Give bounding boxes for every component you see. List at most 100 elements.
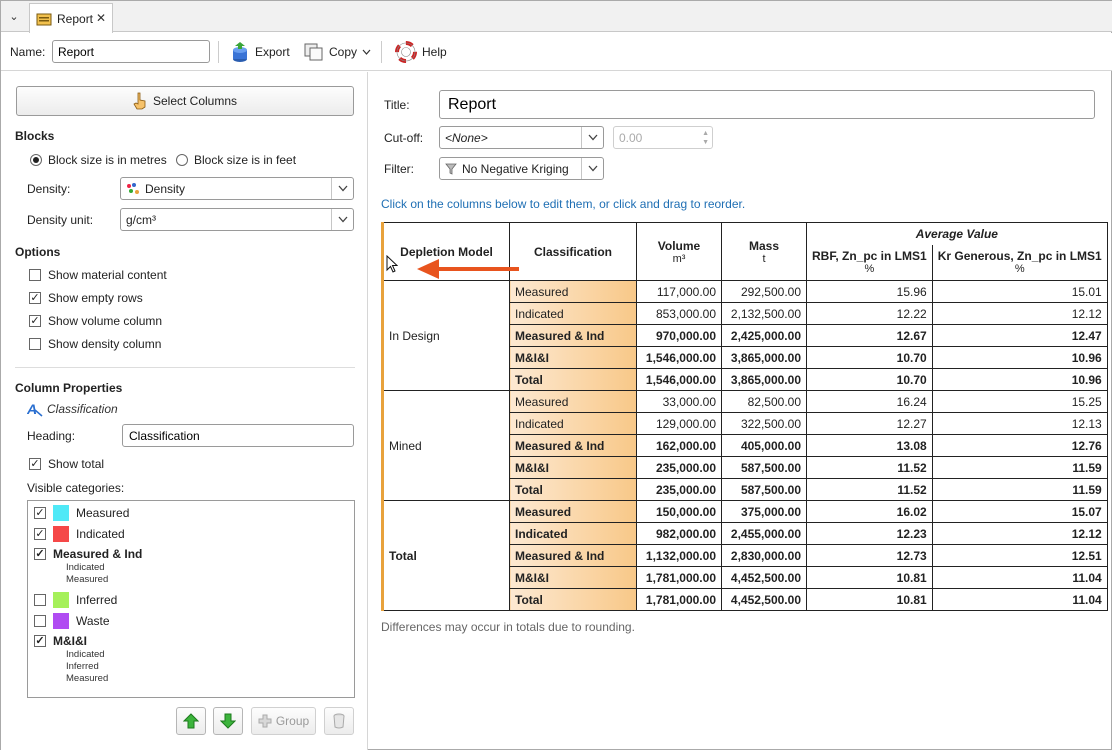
- category-column-icon: A: [27, 401, 43, 417]
- depletion-model-cell: Mined: [381, 390, 510, 501]
- mass-cell: 2,455,000.00: [721, 522, 807, 545]
- show-material-content-option[interactable]: Show material content: [29, 268, 167, 282]
- tab-report[interactable]: Report ✕: [29, 3, 113, 33]
- toolbar-divider: [381, 41, 382, 63]
- radio-feet[interactable]: Block size is in feet: [176, 153, 296, 167]
- copy-button[interactable]: Copy: [304, 39, 371, 65]
- category-item-inferred[interactable]: Inferred: [34, 592, 117, 608]
- chevron-down-icon[interactable]: [581, 127, 603, 148]
- options-heading: Options: [15, 245, 61, 259]
- volume-cell: 853,000.00: [636, 302, 722, 325]
- radio-metres[interactable]: Block size is in metres: [30, 153, 167, 167]
- classification-cell: Indicated: [509, 412, 637, 435]
- radio-button[interactable]: [176, 154, 188, 166]
- volume-cell: 1,546,000.00: [636, 346, 722, 369]
- classification-cell: Total: [509, 588, 637, 611]
- name-input[interactable]: [52, 40, 210, 63]
- header-unit: %: [864, 263, 875, 276]
- checkbox[interactable]: ✓: [29, 292, 41, 304]
- checkbox[interactable]: ✓: [34, 635, 46, 647]
- spinner-icon[interactable]: ▲ ▼: [702, 129, 709, 147]
- column-header-mass[interactable]: Mass t: [721, 222, 807, 281]
- visible-categories-label: Visible categories:: [27, 481, 125, 495]
- classification-cell: Measured & Ind: [509, 544, 637, 567]
- density-unit-select[interactable]: g/cm³: [120, 208, 354, 231]
- category-item-waste[interactable]: Waste: [34, 613, 110, 629]
- category-label: M&I&I: [53, 634, 87, 648]
- show-volume-column-option[interactable]: ✓ Show volume column: [29, 314, 162, 328]
- select-columns-button[interactable]: Select Columns: [16, 86, 354, 116]
- column-group-average-value[interactable]: Average Value: [806, 222, 1108, 245]
- radio-button[interactable]: [30, 154, 42, 166]
- category-item-mii[interactable]: ✓ M&I&I: [34, 634, 87, 648]
- category-item-measured[interactable]: ✓ Measured: [34, 505, 129, 521]
- column-header-kr-generous[interactable]: Kr Generous, Zn_pc in LMS1%: [931, 244, 1108, 281]
- kr-generous-cell: 10.96: [931, 346, 1108, 369]
- filter-icon: [445, 163, 457, 175]
- mass-cell: 587,500.00: [721, 478, 807, 501]
- mass-cell: 3,865,000.00: [721, 368, 807, 391]
- delete-button[interactable]: [324, 707, 354, 735]
- kr-generous-cell: 15.25: [931, 390, 1108, 413]
- move-down-button[interactable]: [213, 707, 243, 735]
- column-header-classification[interactable]: Classification: [509, 222, 637, 281]
- selected-column: A Classification: [27, 401, 118, 417]
- rbf-cell: 12.27: [806, 412, 933, 435]
- cutoff-select[interactable]: <None>: [439, 126, 604, 149]
- group-button[interactable]: Group: [251, 707, 316, 735]
- export-button[interactable]: Export: [230, 39, 290, 65]
- report-table: Depletion Model Classification Volume m³ …: [381, 222, 1108, 611]
- help-button[interactable]: Help: [395, 39, 447, 65]
- checkbox[interactable]: ✓: [34, 528, 46, 540]
- filter-select[interactable]: No Negative Kriging: [439, 157, 604, 180]
- checkbox[interactable]: ✓: [34, 548, 46, 560]
- radio-label: Block size is in metres: [48, 153, 167, 167]
- column-header-rbf[interactable]: RBF, Zn_pc in LMS1%: [806, 244, 933, 281]
- export-label: Export: [255, 45, 290, 59]
- rbf-cell: 10.70: [806, 368, 933, 391]
- tab-list-chevron-icon[interactable]: ⌄: [1, 1, 27, 32]
- chevron-down-icon[interactable]: [581, 158, 603, 179]
- density-value: Density: [145, 181, 186, 196]
- volume-cell: 1,546,000.00: [636, 368, 722, 391]
- chevron-down-icon[interactable]: [331, 209, 353, 230]
- mass-cell: 4,452,500.00: [721, 566, 807, 589]
- show-empty-rows-option[interactable]: ✓ Show empty rows: [29, 291, 143, 305]
- cutoff-number-input[interactable]: 0.00 ▲ ▼: [613, 126, 713, 149]
- show-total-option[interactable]: ✓ Show total: [29, 457, 104, 471]
- show-density-column-option[interactable]: Show density column: [29, 337, 161, 351]
- checkbox[interactable]: ✓: [29, 458, 41, 470]
- classification-cell: Indicated: [509, 522, 637, 545]
- category-item-measured-ind[interactable]: ✓ Measured & Ind: [34, 547, 142, 561]
- volume-cell: 1,781,000.00: [636, 566, 722, 589]
- tab-strip: ⌄ Report ✕: [1, 1, 1112, 33]
- title-input[interactable]: [439, 90, 1095, 119]
- chevron-down-icon[interactable]: [331, 178, 353, 199]
- volume-cell: 982,000.00: [636, 522, 722, 545]
- category-item-indicated[interactable]: ✓ Indicated: [34, 526, 125, 542]
- mouse-cursor-icon: [386, 255, 398, 273]
- column-header-volume[interactable]: Volume m³: [636, 222, 722, 281]
- rbf-cell: 11.52: [806, 478, 933, 501]
- checkbox[interactable]: ✓: [29, 315, 41, 327]
- category-label: Measured & Ind: [53, 547, 143, 561]
- table-row: In Design Measured 117,000.00 292,500.00 15.…: [381, 280, 1108, 391]
- close-icon[interactable]: ✕: [96, 11, 106, 25]
- checkbox[interactable]: [29, 338, 41, 350]
- kr-generous-cell: 15.07: [931, 500, 1108, 523]
- heading-input[interactable]: [122, 424, 354, 447]
- category-sub-item: Indicated: [66, 649, 105, 660]
- mass-cell: 4,452,500.00: [721, 588, 807, 611]
- checkbox[interactable]: [34, 615, 46, 627]
- checkbox[interactable]: [29, 269, 41, 281]
- header-text: Volume: [657, 238, 701, 253]
- column-properties-heading: Column Properties: [15, 381, 123, 395]
- density-select[interactable]: Density: [120, 177, 354, 200]
- chevron-down-icon: [362, 49, 371, 55]
- move-up-button[interactable]: [176, 707, 206, 735]
- rbf-cell: 16.02: [806, 500, 933, 523]
- volume-cell: 1,132,000.00: [636, 544, 722, 567]
- checkbox[interactable]: ✓: [34, 507, 46, 519]
- checkbox[interactable]: [34, 594, 46, 606]
- classification-cell: M&I&I: [509, 456, 637, 479]
